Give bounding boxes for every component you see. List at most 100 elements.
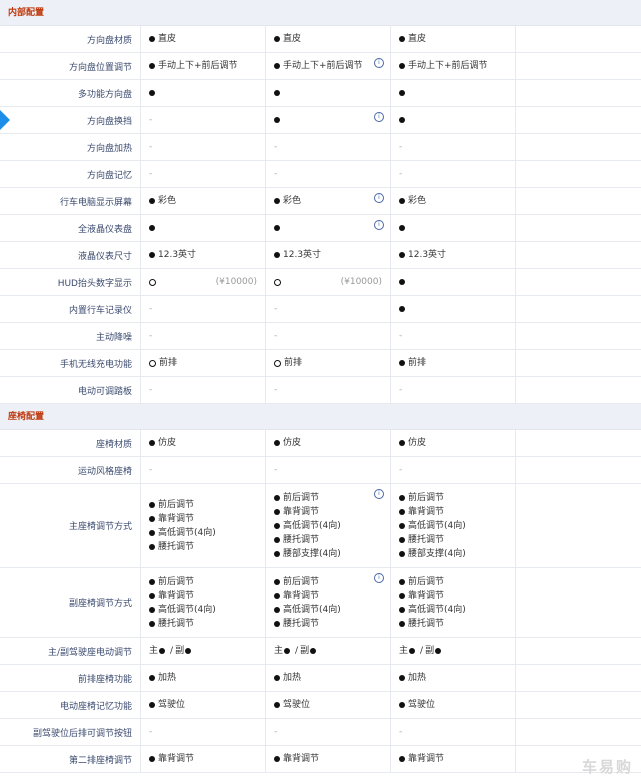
separator: / xyxy=(170,646,174,656)
spec-cell: 手动上下+前后调节 i xyxy=(266,53,391,79)
standard-dot-icon xyxy=(159,648,166,654)
spec-cell: 加热 xyxy=(141,665,266,691)
spec-cell: 彩色 xyxy=(141,188,266,214)
table-row: 方向盘材质 直皮 直皮 直皮 xyxy=(0,26,641,53)
spec-cell: i xyxy=(266,215,391,241)
info-icon[interactable]: i xyxy=(374,489,384,499)
row-label: 主座椅调节方式 xyxy=(0,484,141,567)
spec-cell: (¥10000) xyxy=(141,269,266,295)
spec-cell: - xyxy=(141,719,266,745)
standard-dot-icon xyxy=(435,648,442,654)
table-row: 手机无线充电功能 前排 前排 前排 xyxy=(0,350,641,377)
cell-text: 彩色 xyxy=(158,196,177,206)
optional-dot-icon xyxy=(149,278,156,286)
info-icon[interactable]: i xyxy=(374,58,384,68)
info-icon[interactable]: i xyxy=(374,193,384,203)
info-icon[interactable]: i xyxy=(374,220,384,230)
spec-cell: - xyxy=(266,323,391,349)
spec-cell: 前后调节 靠背调节 高低调节(4向) 腰托调节 i xyxy=(266,568,391,637)
cell-text: 加热 xyxy=(408,673,427,683)
spec-cell: 仿皮 xyxy=(266,430,391,456)
spec-cell-empty xyxy=(516,134,641,160)
table-row: 第二排座椅调节 靠背调节 靠背调节 靠背调节 xyxy=(0,746,641,773)
spec-cell-empty xyxy=(516,107,641,133)
standard-dot-icon xyxy=(399,756,405,762)
standard-dot-icon xyxy=(274,117,280,123)
row-label: 全液晶仪表盘 xyxy=(0,215,141,241)
spec-cell-empty xyxy=(516,323,641,349)
spec-cell: 前排 xyxy=(391,350,516,376)
none-dash: - xyxy=(274,385,278,395)
spec-cell: (¥10000) xyxy=(266,269,391,295)
cell-text: 高低调节(4向) xyxy=(408,604,466,615)
spec-cell-empty xyxy=(516,568,641,637)
spec-cell: 12.3英寸 xyxy=(141,242,266,268)
none-dash: - xyxy=(274,169,278,179)
standard-dot-icon xyxy=(274,550,280,557)
none-dash: - xyxy=(149,169,153,179)
standard-dot-icon xyxy=(274,225,280,231)
standard-dot-icon xyxy=(399,592,405,599)
standard-dot-icon xyxy=(274,440,280,446)
cell-text: 腰托调节 xyxy=(283,534,320,545)
info-icon[interactable]: i xyxy=(374,573,384,583)
spec-cell: 仿皮 xyxy=(141,430,266,456)
spec-cell: - xyxy=(141,107,266,133)
cell-text: 12.3英寸 xyxy=(408,250,447,260)
cell-text: 靠背调节 xyxy=(158,590,195,601)
spec-cell-empty xyxy=(516,53,641,79)
table-row: 运动风格座椅 - - - xyxy=(0,457,641,484)
cell-text: 主 xyxy=(274,646,284,656)
table-row: 主/副驾驶座电动调节 主 / 副 主 / 副 主 / 副 xyxy=(0,638,641,665)
row-label: 方向盘加热 xyxy=(0,134,141,160)
cell-text: 前排 xyxy=(408,358,427,368)
row-label: 方向盘材质 xyxy=(0,26,141,52)
row-label: 多功能方向盘 xyxy=(0,80,141,106)
spec-cell xyxy=(391,269,516,295)
spec-cell-empty xyxy=(516,457,641,483)
standard-dot-icon xyxy=(274,522,280,529)
standard-dot-icon xyxy=(274,620,280,627)
standard-dot-icon xyxy=(399,440,405,446)
standard-dot-icon xyxy=(399,279,405,285)
cell-text: 前排 xyxy=(284,358,303,368)
spec-cell: 靠背调节 xyxy=(266,746,391,772)
optional-dot-icon xyxy=(274,278,281,286)
row-label: HUD抬头数字显示 xyxy=(0,269,141,295)
none-dash: - xyxy=(274,142,278,152)
cell-text: 彩色 xyxy=(408,196,427,206)
standard-dot-icon xyxy=(399,620,405,627)
info-icon[interactable]: i xyxy=(374,112,384,122)
standard-dot-icon xyxy=(149,756,155,762)
standard-dot-icon xyxy=(149,529,155,536)
cell-text: 高低调节(4向) xyxy=(158,527,216,538)
table-row: 行车电脑显示屏幕 彩色 彩色 i 彩色 xyxy=(0,188,641,215)
section-header-interior: 内部配置 xyxy=(0,0,641,26)
cell-text: 腰部支撑(4向) xyxy=(283,548,341,559)
spec-cell: - xyxy=(141,134,266,160)
standard-dot-icon xyxy=(399,675,405,681)
standard-dot-icon xyxy=(399,36,405,42)
standard-dot-icon xyxy=(149,515,155,522)
standard-dot-icon xyxy=(399,702,405,708)
cell-text: 直皮 xyxy=(408,34,427,44)
spec-cell: - xyxy=(141,296,266,322)
spec-cell-empty xyxy=(516,215,641,241)
spec-cell: - xyxy=(266,161,391,187)
spec-cell: - xyxy=(266,377,391,403)
cell-text: 驾驶位 xyxy=(283,700,311,710)
spec-cell: 加热 xyxy=(266,665,391,691)
spec-cell: 仿皮 xyxy=(391,430,516,456)
standard-dot-icon xyxy=(149,578,155,585)
spec-cell: - xyxy=(391,377,516,403)
none-dash: - xyxy=(399,385,403,395)
row-pointer-arrow-icon[interactable] xyxy=(0,110,10,130)
table-row: HUD抬头数字显示 (¥10000) (¥10000) xyxy=(0,269,641,296)
cell-text: 靠背调节 xyxy=(408,590,445,601)
none-dash: - xyxy=(149,142,153,152)
spec-cell: 驾驶位 xyxy=(266,692,391,718)
spec-cell xyxy=(141,215,266,241)
spec-cell: 前后调节 靠背调节 高低调节(4向) 腰托调节 xyxy=(141,484,266,567)
standard-dot-icon xyxy=(149,90,155,96)
standard-dot-icon xyxy=(274,702,280,708)
